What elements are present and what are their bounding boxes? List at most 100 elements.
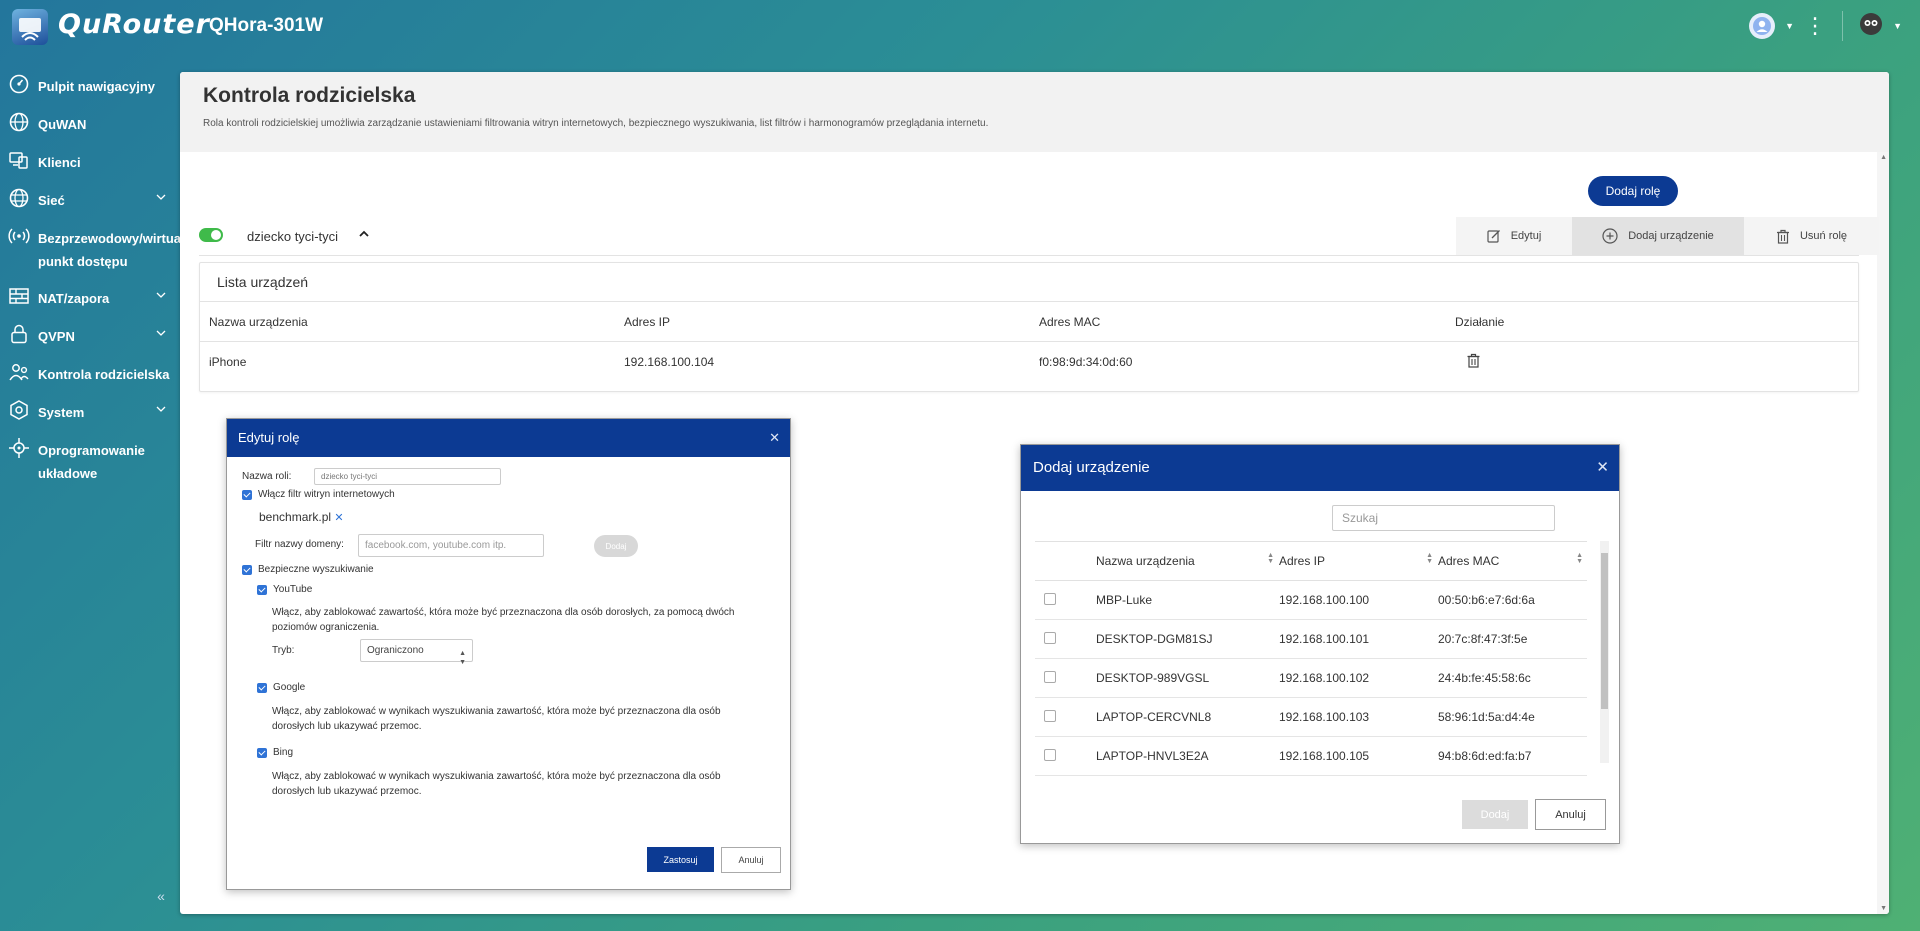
sidebar-item-label: Sieć	[38, 193, 65, 208]
sidebar-item-wireless[interactable]: Bezprzewodowy/wirtualny punkt dostępu	[0, 222, 200, 282]
cancel-button[interactable]: Anuluj	[721, 847, 781, 873]
row-checkbox[interactable]	[1044, 670, 1056, 683]
role-divider	[199, 255, 1859, 256]
user-avatar-icon[interactable]	[1749, 13, 1776, 39]
sidebar-item-firmware[interactable]: Oprogramowanie układowe	[0, 434, 182, 494]
youtube-checkbox[interactable]	[257, 585, 267, 595]
table-row[interactable]: DESKTOP-989VGSL 192.168.100.102 24:4b:fe…	[1035, 658, 1587, 698]
mode-label: Tryb:	[272, 645, 295, 656]
edit-role-button[interactable]: Edytuj	[1456, 217, 1572, 255]
sidebar-item-label: Oprogramowanie	[38, 443, 145, 458]
top-bar-divider	[1842, 11, 1844, 41]
collapse-sidebar-icon[interactable]: «	[150, 888, 172, 908]
bing-label: Bing	[273, 747, 294, 758]
role-enabled-toggle[interactable]	[199, 228, 223, 242]
device-ip-cell: 192.168.100.103	[1278, 697, 1437, 737]
sidebar-item-label: Pulpit nawigacyjny	[38, 79, 156, 94]
add-device-table: Nazwa urządzenia ▲ ▼ Adres IP ▲ ▼ Adres MA…	[1035, 541, 1587, 776]
remove-tag-icon[interactable]: ✕	[334, 512, 343, 524]
account-menu-caret-icon[interactable]: ▼	[1893, 21, 1902, 31]
scrollbar-thumb[interactable]	[1601, 553, 1608, 709]
edit-role-dialog-header: Edytuj rolę ✕	[227, 419, 790, 457]
sidebar-item-label: System	[38, 405, 85, 420]
column-header-label: Adres IP	[1279, 554, 1326, 568]
sidebar-item-clients[interactable]: Klienci	[0, 146, 182, 184]
table-scrollbar[interactable]	[1600, 541, 1609, 763]
domain-tag-label: benchmark.pl	[259, 510, 332, 524]
web-filter-checkbox[interactable]	[242, 490, 252, 500]
sidebar-item-quwan[interactable]: QuWAN	[0, 108, 182, 146]
table-row[interactable]: LAPTOP-HNVL3E2A 192.168.100.105 94:b8:6d…	[1035, 736, 1587, 776]
safe-search-checkbox[interactable]	[242, 565, 252, 575]
scroll-down-icon[interactable]: ▼	[1880, 905, 1887, 912]
delete-role-button[interactable]: Usuń rolę	[1744, 217, 1879, 255]
add-domain-button[interactable]: Dodaj	[594, 535, 638, 557]
sidebar-item-dashboard[interactable]: Pulpit nawigacyjny	[0, 70, 182, 108]
table-row[interactable]: MBP-Luke 192.168.100.100 00:50:b6:e7:6d:…	[1035, 580, 1587, 620]
apply-button[interactable]: Zastosuj	[647, 847, 714, 872]
action-cell	[1446, 342, 1858, 383]
gear-icon	[10, 400, 28, 420]
search-input[interactable]: Szukaj	[1332, 505, 1555, 531]
google-checkbox[interactable]	[257, 683, 267, 693]
more-options-icon[interactable]: ⋮	[1804, 15, 1826, 37]
app-logo-text: QuRouter	[58, 9, 210, 40]
add-button[interactable]: Dodaj	[1462, 800, 1528, 829]
device-ip-cell: 192.168.100.100	[1278, 580, 1437, 620]
role-actions: Edytuj Dodaj urządzenie Usuń rolę	[1456, 217, 1879, 255]
table-row[interactable]: DESKTOP-DGM81SJ 192.168.100.101 20:7c:8f…	[1035, 619, 1587, 659]
row-checkbox[interactable]	[1044, 592, 1056, 605]
sort-icon[interactable]: ▲ ▼	[1426, 552, 1433, 565]
sidebar-item-label: układowe	[38, 466, 98, 481]
delete-role-label: Usuń rolę	[1799, 230, 1848, 242]
sidebar-item-network[interactable]: Sieć	[0, 184, 182, 222]
scroll-up-icon[interactable]: ▲	[1880, 154, 1887, 161]
sidebar-item-label: Kontrola rodzicielska	[38, 367, 170, 382]
domain-filter-input[interactable]: facebook.com, youtube.com itp.	[358, 534, 544, 557]
sidebar-item-label: QVPN	[38, 329, 75, 344]
page-header: Kontrola rodzicielska Rola kontroli rodz…	[180, 72, 1889, 152]
device-mac-cell: 94:b8:6d:ed:fa:b7	[1437, 736, 1587, 776]
add-device-button[interactable]: Dodaj urządzenie	[1572, 217, 1744, 255]
sidebar-item-nat[interactable]: NAT/zapora	[0, 282, 182, 320]
chevron-up-icon[interactable]	[358, 228, 370, 240]
user-menu-caret-icon[interactable]: ▼	[1785, 21, 1794, 31]
sidebar-item-label: punkt dostępu	[38, 254, 128, 269]
sort-icon[interactable]: ▲ ▼	[1267, 552, 1274, 565]
column-header-ip[interactable]: Adres IP ▲ ▼	[1278, 541, 1437, 581]
column-header-mac[interactable]: Adres MAC ▲ ▼	[1437, 541, 1587, 581]
mode-select[interactable]: Ograniczono ▲ ▼	[360, 639, 473, 666]
sidebar-item-label: Klienci	[38, 155, 81, 170]
account-robot-icon[interactable]	[1859, 12, 1883, 41]
role-name-input[interactable]: dziecko tyci-tyci	[314, 468, 501, 485]
page-scrollbar[interactable]	[1877, 152, 1889, 914]
plus-circle-icon	[1602, 228, 1618, 244]
edit-role-label: Edytuj	[1510, 230, 1542, 242]
column-header-ip: Adres IP	[615, 302, 1030, 342]
globe-network-icon	[9, 112, 29, 132]
close-icon[interactable]: ✕	[1596, 445, 1609, 491]
qurouter-logo-icon	[12, 9, 48, 45]
sidebar-item-system[interactable]: System	[0, 396, 182, 434]
sidebar-item-parental-control[interactable]: Kontrola rodzicielska	[0, 358, 182, 396]
edit-role-dialog: Edytuj rolę ✕ Nazwa roli: dziecko tyci-t…	[226, 418, 791, 890]
bing-checkbox[interactable]	[257, 748, 267, 758]
cancel-button[interactable]: Anuluj	[1535, 799, 1606, 830]
sidebar-item-label: Bezprzewodowy/wirtualny	[38, 231, 200, 246]
column-header-device-name[interactable]: Nazwa urządzenia ▲ ▼	[1095, 541, 1278, 581]
row-checkbox[interactable]	[1044, 748, 1056, 761]
trash-icon[interactable]	[1467, 353, 1480, 368]
sidebar-item-qvpn[interactable]: QVPN	[0, 320, 182, 358]
close-icon[interactable]: ✕	[769, 419, 780, 457]
domain-tag: benchmark.pl ✕	[259, 510, 344, 524]
sort-icon[interactable]: ▲ ▼	[1576, 552, 1583, 565]
sidebar-item-label: QuWAN	[38, 117, 87, 132]
add-role-button[interactable]: Dodaj rolę	[1588, 176, 1678, 206]
column-header-label: Nazwa urządzenia	[1096, 554, 1195, 568]
chevron-down-icon	[156, 292, 166, 298]
table-row[interactable]: LAPTOP-CERCVNL8 192.168.100.103 58:96:1d…	[1035, 697, 1587, 737]
table-row: iPhone 192.168.100.104 f0:98:9d:34:0d:60	[200, 342, 1858, 383]
row-checkbox[interactable]	[1044, 631, 1056, 644]
page-title: Kontrola rodzicielska	[203, 84, 416, 107]
row-checkbox[interactable]	[1044, 709, 1056, 722]
